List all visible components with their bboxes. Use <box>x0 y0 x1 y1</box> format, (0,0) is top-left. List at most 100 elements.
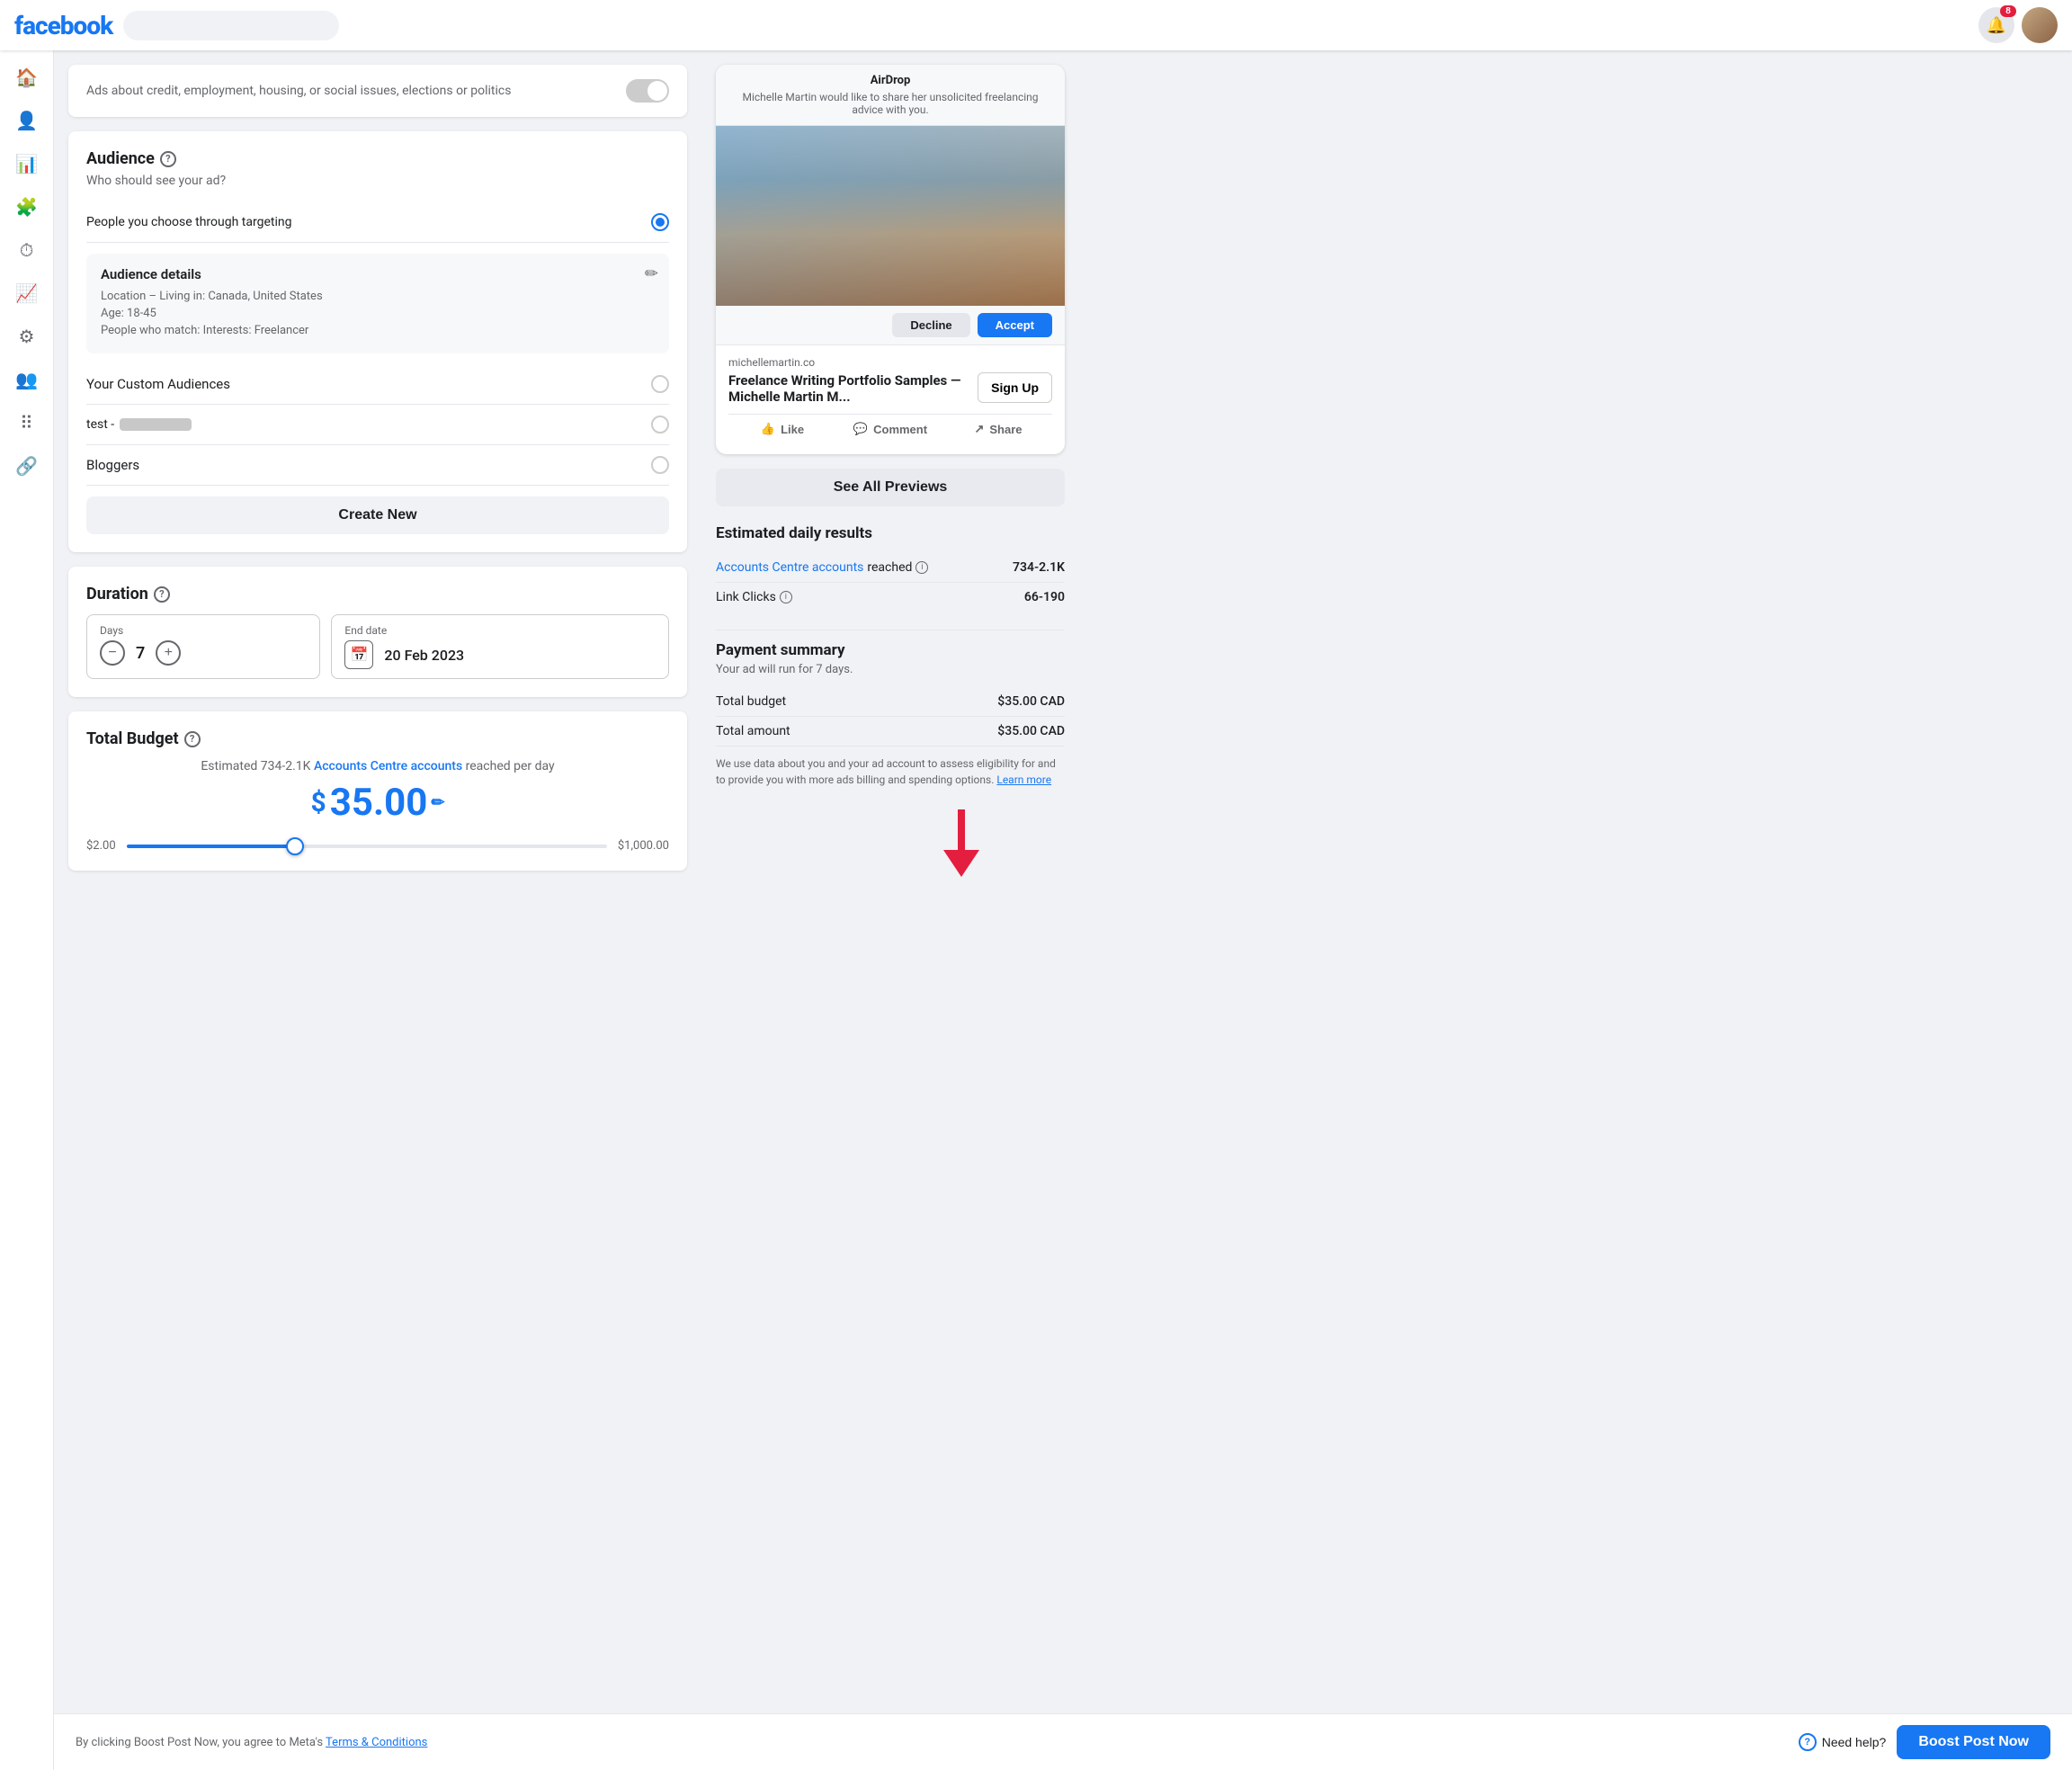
test-radio[interactable] <box>651 416 669 434</box>
payment-summary: Payment summary Your ad will run for 7 d… <box>716 641 1065 788</box>
accept-button[interactable]: Accept <box>978 313 1052 337</box>
link-clicks-row: Link Clicks i 66-190 <box>716 583 1065 612</box>
accounts-info-icon[interactable]: i <box>915 561 928 574</box>
sidebar-item-profile[interactable]: 👤 <box>7 101 47 140</box>
total-amount-row: Total amount $35.00 CAD <box>716 717 1065 746</box>
accounts-link[interactable]: Accounts Centre accounts <box>314 759 462 773</box>
duration-row: Days − 7 + End date 📅 20 Feb 2023 <box>86 614 669 679</box>
slider-track[interactable] <box>127 845 607 848</box>
link-clicks-label: Link Clicks i <box>716 590 792 604</box>
sidebar-item-friends[interactable]: 👥 <box>7 360 47 399</box>
ad-title: Freelance Writing Portfolio Samples — Mi… <box>728 372 970 405</box>
days-value: 7 <box>136 644 145 663</box>
avatar-image <box>2022 7 2058 43</box>
share-icon: ↗ <box>974 422 984 436</box>
budget-help-icon[interactable]: ? <box>184 731 201 747</box>
comment-icon: 💬 <box>853 422 868 436</box>
bloggers-row[interactable]: Bloggers <box>86 445 669 486</box>
custom-audiences-label: Your Custom Audiences <box>86 376 230 392</box>
duration-card: Duration ? Days − 7 + End date 📅 20 <box>68 567 687 697</box>
ad-actions: 👍 Like 💬 Comment ↗ Share <box>728 414 1052 443</box>
sidebar-item-watch[interactable]: 📊 <box>7 144 47 183</box>
search-input[interactable] <box>123 11 339 40</box>
search-wrap: 🔍 <box>123 11 339 40</box>
test-blurred-id <box>120 418 192 431</box>
create-new-button[interactable]: Create New <box>86 496 669 534</box>
budget-title: Total Budget ? <box>86 729 669 748</box>
payment-title: Payment summary <box>716 641 1065 659</box>
total-amount-value: $35.00 CAD <box>997 724 1065 738</box>
sidebar-item-home[interactable]: 🏠 <box>7 58 47 97</box>
budget-estimated: Estimated 734-2.1K Accounts Centre accou… <box>86 759 669 773</box>
test-audience-row[interactable]: test - <box>86 405 669 445</box>
ad-domain: michellemartin.co <box>728 356 1052 369</box>
accounts-result-value: 734-2.1K <box>1013 560 1065 575</box>
left-sidebar: 🏠 👤 📊 🧩 ⏱ 📈 ⚙ 👥 ⠿ 🔗 <box>0 50 54 1770</box>
custom-audiences-row[interactable]: Your Custom Audiences <box>86 364 669 405</box>
arrow-svg <box>939 809 984 881</box>
see-all-previews-button[interactable]: See All Previews <box>716 469 1065 506</box>
accounts-result-row: Accounts Centre accounts reached i 734-2… <box>716 553 1065 583</box>
audience-card: Audience ? Who should see your ad? Peopl… <box>68 131 687 552</box>
comment-button[interactable]: 💬 Comment <box>836 415 944 443</box>
like-button[interactable]: 👍 Like <box>728 415 836 443</box>
ad-title-row: Freelance Writing Portfolio Samples — Mi… <box>728 372 1052 405</box>
disabled-ads-label: Ads about credit, employment, housing, o… <box>86 84 511 98</box>
payment-subtitle: Your ad will run for 7 days. <box>716 663 1065 676</box>
payment-disclaimer: We use data about you and your ad accoun… <box>716 755 1065 788</box>
duration-title: Duration ? <box>86 585 669 603</box>
custom-audiences-radio[interactable] <box>651 375 669 393</box>
nav-right: 🔔 8 <box>1978 7 2058 43</box>
budget-amount: $ 35.00 ✏ <box>86 781 669 825</box>
audience-interests: People who match: Interests: Freelancer <box>101 324 655 337</box>
days-label: Days <box>100 624 307 637</box>
bottom-terms: By clicking Boost Post Now, you agree to… <box>76 1736 427 1749</box>
facebook-logo: facebook <box>14 11 112 40</box>
disabled-toggle[interactable] <box>626 79 669 103</box>
accounts-result-link[interactable]: Accounts Centre accounts <box>716 560 863 575</box>
learn-more-link[interactable]: Learn more <box>996 773 1051 786</box>
decline-button[interactable]: Decline <box>892 313 969 337</box>
bottom-right: ? Need help? Boost Post Now <box>1799 1725 2050 1759</box>
calendar-button[interactable]: 📅 <box>344 640 373 669</box>
main-container: Ads about credit, employment, housing, o… <box>54 50 2072 1770</box>
bloggers-label: Bloggers <box>86 457 139 473</box>
days-increase-button[interactable]: + <box>156 640 181 666</box>
end-date-row: 📅 20 Feb 2023 <box>344 640 656 669</box>
total-budget-value: $35.00 CAD <box>997 694 1065 709</box>
bottom-bar: By clicking Boost Post Now, you agree to… <box>54 1713 2072 1770</box>
targeting-radio[interactable] <box>651 213 669 231</box>
notification-badge: 8 <box>2000 5 2016 17</box>
sidebar-item-gaming[interactable]: ⏱ <box>7 230 47 270</box>
audience-edit-button[interactable]: ✏ <box>645 264 658 283</box>
days-control: − 7 + <box>100 640 307 666</box>
sidebar-item-link[interactable]: 🔗 <box>7 446 47 486</box>
sidebar-item-groups[interactable]: 📈 <box>7 273 47 313</box>
bloggers-radio[interactable] <box>651 456 669 474</box>
red-arrow-icon <box>939 809 1011 881</box>
sidebar-item-marketplace[interactable]: 🧩 <box>7 187 47 227</box>
duration-help-icon[interactable]: ? <box>154 586 170 603</box>
days-decrease-button[interactable]: − <box>100 640 125 666</box>
help-circle-icon: ? <box>1799 1733 1817 1751</box>
sidebar-item-apps[interactable]: ⠿ <box>7 403 47 442</box>
audience-help-icon[interactable]: ? <box>160 151 176 167</box>
notification-button[interactable]: 🔔 8 <box>1978 7 2014 43</box>
sidebar-item-pages[interactable]: ⚙ <box>7 317 47 356</box>
terms-link[interactable]: Terms & Conditions <box>326 1736 427 1749</box>
targeting-option[interactable]: People you choose through targeting <box>86 202 669 243</box>
need-help-button[interactable]: ? Need help? <box>1799 1733 1887 1751</box>
results-title: Estimated daily results <box>716 524 1065 542</box>
total-amount-label: Total amount <box>716 724 790 738</box>
budget-value: 35.00 <box>330 781 428 825</box>
disabled-ads-section: Ads about credit, employment, housing, o… <box>68 65 687 117</box>
ad-preview-card: AirDrop Michelle Martin would like to sh… <box>716 65 1065 454</box>
link-clicks-info-icon[interactable]: i <box>780 591 792 603</box>
slider-thumb[interactable] <box>286 837 304 855</box>
toggle-thumb <box>648 81 667 101</box>
boost-post-button[interactable]: Boost Post Now <box>1897 1725 2050 1759</box>
avatar <box>2022 7 2058 43</box>
share-button[interactable]: ↗ Share <box>944 415 1052 443</box>
signup-button[interactable]: Sign Up <box>978 372 1052 403</box>
budget-edit-icon[interactable]: ✏ <box>431 793 444 812</box>
